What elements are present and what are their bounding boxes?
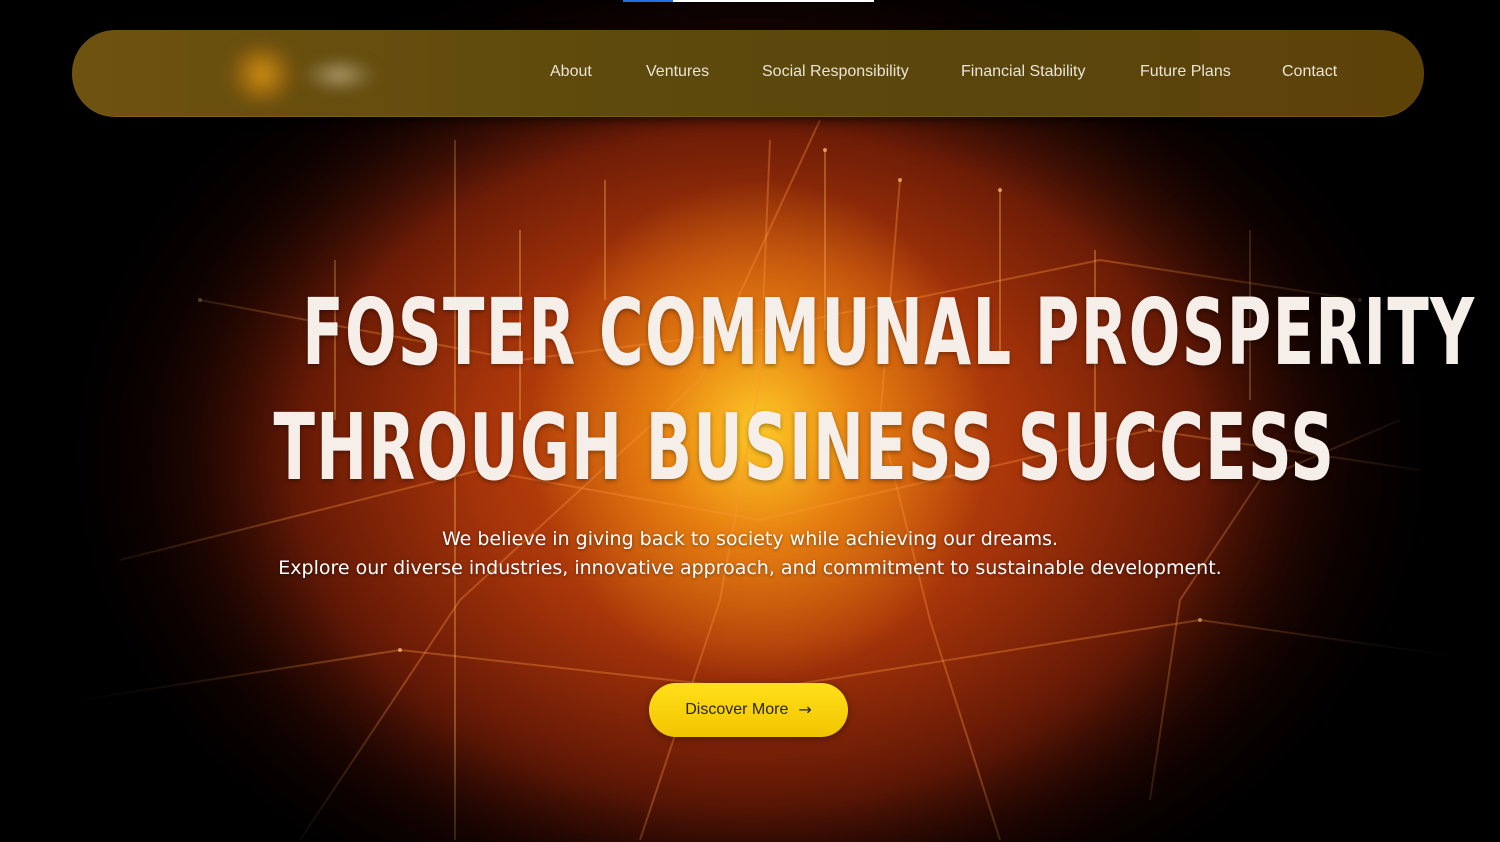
- hero-headline-text-2: THROUGH BUSINESS SUCCESS: [273, 394, 1336, 501]
- hero-subtext-line-1: We believe in giving back to society whi…: [441, 528, 1059, 550]
- top-navbar: About Ventures Social Responsibility Fin…: [72, 30, 1424, 117]
- hero-subtext-line-2: Explore our diverse industries, innovati…: [278, 557, 1222, 579]
- nav-link-about[interactable]: About: [550, 63, 592, 81]
- hero-headline-line-1: FOSTER COMMUNAL PROSPERITY: [0, 283, 1500, 383]
- hero-headline-line-2: THROUGH BUSINESS SUCCESS: [0, 398, 1500, 498]
- nav-link-financial-stability[interactable]: Financial Stability: [961, 63, 1086, 81]
- hero-headline-text-1: FOSTER COMMUNAL PROSPERITY: [302, 279, 1476, 386]
- scroll-progress-fill: [623, 0, 673, 2]
- page: About Ventures Social Responsibility Fin…: [0, 0, 1500, 842]
- scroll-progress-indicator: [623, 0, 874, 2]
- discover-more-label: Discover More: [685, 701, 789, 718]
- discover-more-button[interactable]: Discover More →: [649, 683, 848, 737]
- nav-link-ventures[interactable]: Ventures: [646, 63, 709, 81]
- nav-link-contact[interactable]: Contact: [1282, 63, 1337, 81]
- nav-links: About Ventures Social Responsibility Fin…: [72, 30, 1424, 116]
- arrow-right-icon: →: [798, 699, 812, 719]
- nav-link-future-plans[interactable]: Future Plans: [1140, 63, 1231, 81]
- nav-link-social-responsibility[interactable]: Social Responsibility: [762, 63, 909, 81]
